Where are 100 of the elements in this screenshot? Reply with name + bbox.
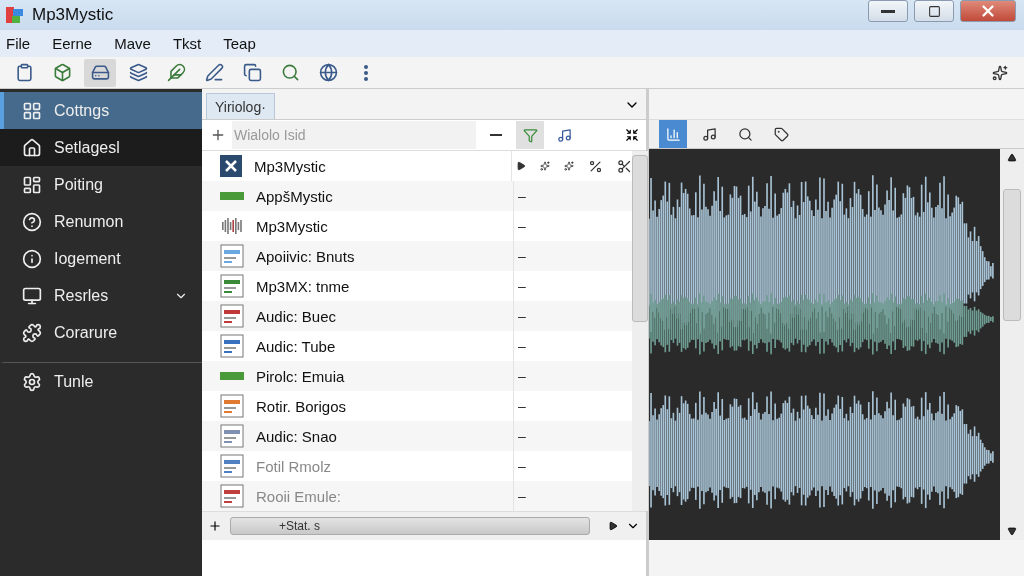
thumbnail-icon xyxy=(220,454,244,478)
sparkle-icon xyxy=(540,161,550,171)
info-icon xyxy=(22,248,42,269)
row-name: Fotil Rmolz xyxy=(256,457,332,475)
minimize-button[interactable] xyxy=(868,0,908,22)
menu-item[interactable]: Mave xyxy=(114,35,151,52)
close-button[interactable] xyxy=(960,0,1016,22)
bar-chart-icon xyxy=(665,126,681,142)
globe-icon xyxy=(318,63,338,82)
menu-item[interactable]: File xyxy=(6,35,31,52)
add-icon[interactable] xyxy=(210,127,226,143)
layers-icon xyxy=(128,63,148,82)
row-name: Audic: Snao xyxy=(256,427,338,445)
list-row[interactable]: AppšMystic – xyxy=(202,181,632,211)
music-note-icon xyxy=(701,126,717,142)
menu-item[interactable]: Teap xyxy=(223,35,256,52)
pen-icon xyxy=(204,63,224,82)
sidebar-label: Cottngs xyxy=(54,101,111,120)
music-note-icon xyxy=(556,127,572,143)
grid-icon xyxy=(22,100,42,121)
scroll-right-icon[interactable] xyxy=(608,521,618,531)
sidebar-item[interactable]: Resrles xyxy=(0,277,202,314)
list-row[interactable]: Audic: Snao – xyxy=(202,421,632,451)
close-icon xyxy=(220,155,242,177)
row-name: Apoiivic: Bnuts xyxy=(256,247,356,265)
window-title: Mp3Mystic xyxy=(32,5,115,25)
thumbnail-icon xyxy=(220,484,244,508)
menu-item[interactable]: Eerne xyxy=(52,35,93,52)
thumbnail-icon xyxy=(220,424,244,448)
horizontal-scrollbar[interactable]: +Stat. s xyxy=(230,517,590,535)
sparkle-icon xyxy=(992,64,1008,81)
sidebar-label: Iogement xyxy=(54,249,122,268)
minus-icon xyxy=(490,134,502,136)
collapse-icon xyxy=(625,128,639,142)
list-row[interactable]: Rooii Emule: – xyxy=(202,481,632,511)
thumbnail-icon xyxy=(220,244,244,268)
feather-icon xyxy=(166,63,186,82)
row-name: AppšMystic xyxy=(256,187,334,205)
add-icon[interactable] xyxy=(208,519,222,533)
row-name: Mp3Mystic xyxy=(256,217,329,235)
row-name: Mp3Mystic xyxy=(254,157,327,175)
search-icon xyxy=(737,126,753,142)
sparkle-icon xyxy=(564,161,574,171)
minimize-icon xyxy=(881,9,895,13)
sidebar-item[interactable]: Poiting xyxy=(0,166,202,203)
sidebar-item[interactable]: Iogement xyxy=(0,240,202,277)
row-name: Pirolc: Emuia xyxy=(256,367,346,385)
thumbnail-icon xyxy=(220,304,244,328)
row-name: Audic: Buec xyxy=(256,307,338,325)
sidebar-label: Setlagesl xyxy=(54,138,121,157)
settings-icon xyxy=(22,371,42,392)
list-row[interactable]: Pirolc: Emuia – xyxy=(202,361,632,391)
percent-icon[interactable] xyxy=(588,158,603,174)
search-icon xyxy=(280,63,300,82)
sidebar-label: Poiting xyxy=(54,175,104,194)
row-name: Rotir. Borigos xyxy=(256,397,348,415)
sidebar-label: Renumon xyxy=(54,212,125,231)
sidebar-label: Tunle xyxy=(54,372,95,391)
more-icon xyxy=(364,64,368,81)
house-icon xyxy=(22,137,42,158)
scroll-up-icon[interactable] xyxy=(1007,153,1017,163)
list-row[interactable]: Audic: Buec – xyxy=(202,301,632,331)
maximize-icon xyxy=(927,4,941,18)
clipboard-icon xyxy=(14,63,34,82)
dashboard-icon xyxy=(22,174,42,195)
row-name: Mp3MX: tnme xyxy=(256,277,351,295)
tag-icon xyxy=(773,126,789,142)
cube-icon xyxy=(52,63,72,82)
scrollbar-thumb[interactable] xyxy=(632,155,648,322)
tab[interactable]: Yiriolog· xyxy=(206,93,275,119)
sidebar-item[interactable]: Cottngs xyxy=(0,92,202,129)
waveform-icon xyxy=(220,215,244,237)
play-icon[interactable] xyxy=(516,161,526,171)
sidebar-label: Corarure xyxy=(54,323,119,342)
sidebar-item[interactable]: Setlagesl xyxy=(0,129,202,166)
sidebar-label: Resrles xyxy=(54,286,110,305)
scroll-down-icon[interactable] xyxy=(1007,526,1017,536)
filter-button[interactable] xyxy=(516,121,544,149)
thumbnail-icon xyxy=(220,334,244,358)
thumbnail-icon xyxy=(220,394,244,418)
close-icon xyxy=(979,2,997,20)
sidebar-item[interactable]: Corarure xyxy=(0,314,202,351)
copy-icon xyxy=(242,63,262,82)
filter-icon xyxy=(522,127,538,143)
sidebar-item[interactable]: Renumon xyxy=(0,203,202,240)
menu-item[interactable]: Tkst xyxy=(172,35,202,52)
thumbnail-icon xyxy=(220,274,244,298)
filter-field[interactable]: Wialolo Isid xyxy=(232,121,476,149)
row-name: Rooii Emule: xyxy=(256,487,343,505)
puzzle-icon xyxy=(22,322,42,343)
scissors-icon[interactable] xyxy=(617,158,632,174)
toolbar-button[interactable] xyxy=(84,58,116,87)
drive-icon xyxy=(90,63,110,82)
maximize-button[interactable] xyxy=(914,0,954,22)
list-row[interactable]: Apoiivic: Bnuts – xyxy=(202,241,632,271)
scrollbar-thumb[interactable] xyxy=(1003,188,1021,321)
help-icon xyxy=(22,211,42,232)
app-logo-icon xyxy=(4,5,26,25)
row-name: Audic: Tube xyxy=(256,337,337,355)
monitor-icon xyxy=(22,285,42,306)
